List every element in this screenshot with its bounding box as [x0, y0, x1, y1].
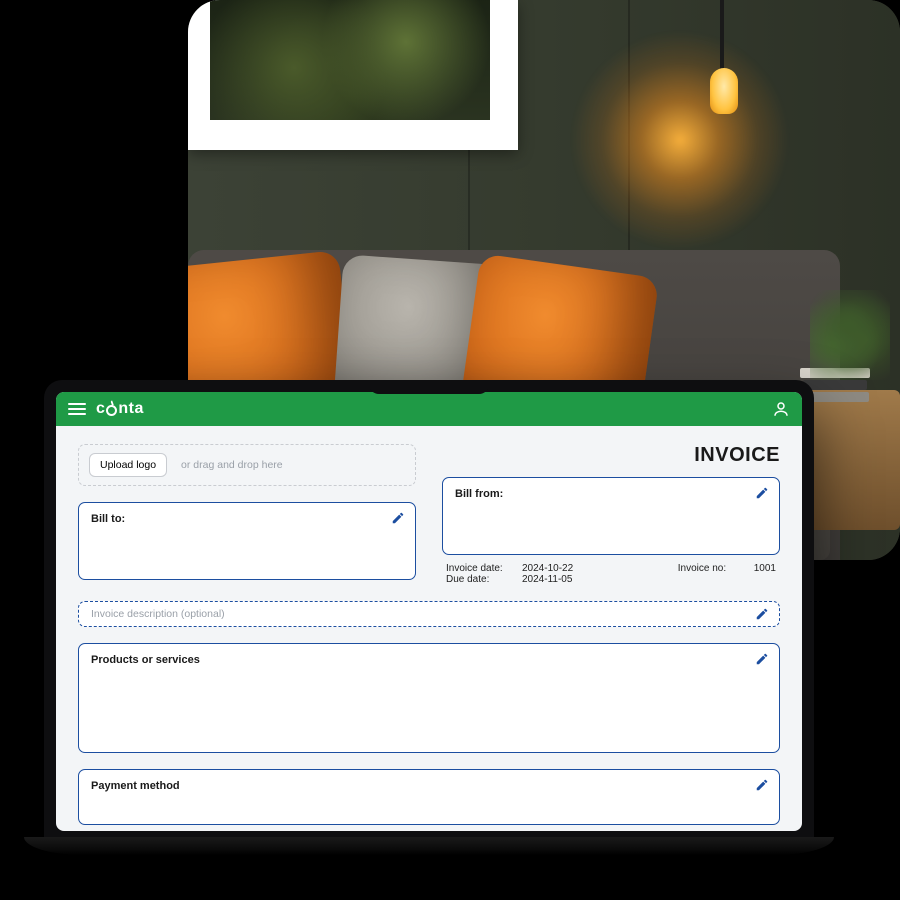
invoice-meta: Invoice date: 2024-10-22 Due date: 2024-… [442, 563, 780, 585]
pencil-icon[interactable] [755, 778, 769, 792]
invoice-no-label: Invoice no: [678, 563, 744, 574]
pencil-icon[interactable] [755, 652, 769, 666]
due-date-label: Due date: [446, 574, 512, 585]
invoice-page: Upload logo or drag and drop here Bill t… [56, 426, 802, 831]
pencil-icon[interactable] [755, 486, 769, 500]
brand-logo-o-icon [106, 405, 117, 416]
invoice-date-label: Invoice date: [446, 563, 512, 574]
invoice-date-value: 2024-10-22 [522, 563, 573, 574]
brand-text-post: nta [118, 400, 144, 418]
payment-method-card[interactable]: Payment method [78, 769, 780, 825]
laptop-notch [369, 380, 489, 394]
upload-logo-area[interactable]: Upload logo or drag and drop here [78, 444, 416, 486]
description-placeholder: Invoice description (optional) [91, 608, 225, 620]
payment-method-label: Payment method [91, 780, 767, 792]
laptop-base [24, 837, 834, 855]
bill-to-card[interactable]: Bill to: [78, 502, 416, 580]
bill-to-label: Bill to: [91, 513, 403, 525]
bill-from-label: Bill from: [455, 488, 767, 500]
brand-text-pre: c [96, 400, 105, 418]
pencil-icon[interactable] [391, 511, 405, 525]
app-header: c nta [56, 392, 802, 426]
laptop-mockup: c nta Upload logo or drag a [44, 380, 814, 855]
invoice-title: INVOICE [442, 444, 780, 467]
invoice-description-input[interactable]: Invoice description (optional) [78, 601, 780, 627]
upload-hint-text: or drag and drop here [181, 459, 283, 471]
brand-logo[interactable]: c nta [96, 400, 144, 418]
due-date-value: 2024-11-05 [522, 574, 572, 585]
hamburger-menu-icon[interactable] [68, 400, 86, 418]
products-label: Products or services [91, 654, 767, 666]
app-screen: c nta Upload logo or drag a [56, 392, 802, 831]
pencil-icon[interactable] [755, 607, 769, 621]
invoice-no-value: 1001 [754, 563, 776, 574]
products-services-card[interactable]: Products or services [78, 643, 780, 753]
user-profile-icon[interactable] [772, 400, 790, 418]
bill-from-card[interactable]: Bill from: [442, 477, 780, 555]
upload-logo-button[interactable]: Upload logo [89, 453, 167, 477]
